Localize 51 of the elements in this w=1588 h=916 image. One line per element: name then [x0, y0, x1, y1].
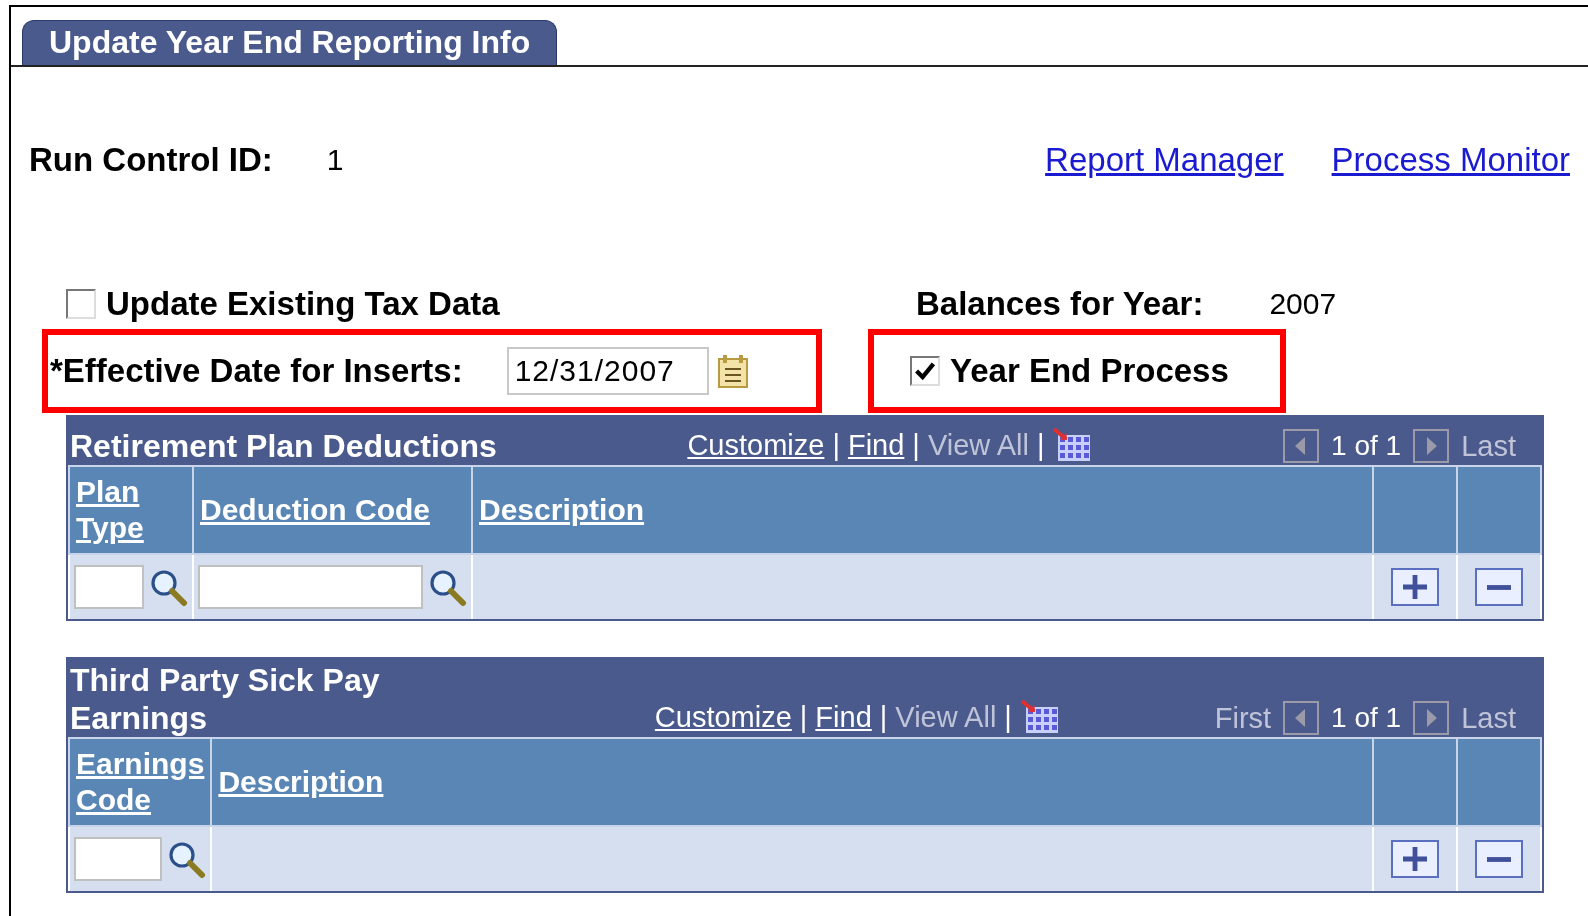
grid-link[interactable]: Find [815, 700, 872, 734]
grid-link[interactable]: Find [847, 428, 905, 462]
page-tab[interactable]: Update Year End Reporting Info [22, 20, 558, 65]
separator-text: | [1004, 700, 1012, 734]
checkbox-label: Year End Process [950, 352, 1229, 390]
field-value: 1 [326, 143, 344, 177]
lookup-field[interactable] [198, 565, 423, 609]
search-icon[interactable] [166, 839, 206, 879]
plus-icon [1403, 847, 1427, 871]
separator-text: | [879, 700, 888, 734]
first-text: First [1214, 701, 1272, 735]
grid-download-icon[interactable] [1052, 427, 1093, 463]
checkbox-label: Update Existing Tax Data [106, 285, 500, 323]
lookup-field[interactable] [74, 837, 162, 881]
page-count: 1 of 1 [1331, 702, 1402, 734]
delete-row-button[interactable] [1475, 568, 1523, 606]
view-all-text: View All [895, 700, 997, 734]
grid-download-icon[interactable] [1019, 699, 1060, 735]
search-icon[interactable] [427, 567, 467, 607]
checkbox[interactable] [66, 289, 96, 319]
column-header[interactable]: Description [218, 764, 384, 800]
field-value: 2007 [1269, 287, 1337, 321]
separator-text: | [799, 700, 808, 734]
field-label: Run Control ID: [29, 141, 273, 179]
minus-icon [1487, 584, 1511, 590]
grid-title: Retirement Plan Deductions [70, 427, 497, 465]
date-field[interactable]: 12/31/2007 [506, 347, 709, 395]
separator-text: | [832, 428, 840, 462]
last-text: Last [1461, 429, 1516, 463]
calendar-icon[interactable] [716, 353, 751, 389]
page-link[interactable]: Report Manager [1045, 141, 1284, 179]
column-header[interactable]: Description [479, 492, 645, 528]
add-row-button[interactable] [1391, 568, 1439, 606]
delete-row-button[interactable] [1475, 840, 1523, 878]
separator-text: | [1036, 428, 1045, 462]
last-text: Last [1461, 701, 1516, 735]
separator-text: | [912, 428, 920, 462]
view-all-text: View All [927, 428, 1029, 462]
grid-title: Third Party Sick Pay Earnings [70, 661, 381, 737]
search-icon[interactable] [148, 567, 188, 607]
minus-icon [1487, 856, 1511, 862]
grid-link[interactable]: Customize [687, 428, 825, 462]
lookup-field[interactable] [74, 565, 144, 609]
page-link[interactable]: Process Monitor [1331, 141, 1570, 179]
checkbox[interactable] [910, 356, 940, 386]
grid-link[interactable]: Customize [654, 700, 792, 734]
page-count: 1 of 1 [1331, 430, 1402, 462]
plus-icon [1403, 575, 1427, 599]
field-label: *Effective Date for Inserts: [50, 352, 463, 390]
add-row-button[interactable] [1391, 840, 1439, 878]
field-label: Balances for Year: [916, 285, 1204, 323]
